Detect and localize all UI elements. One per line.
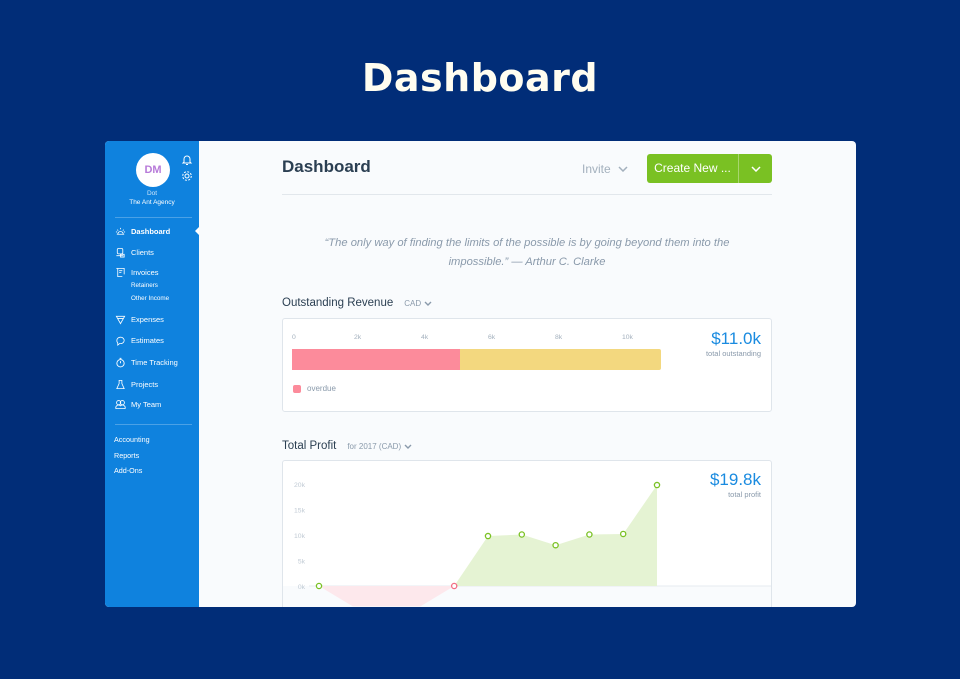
- main-content: Dashboard Invite Create New ... “The onl…: [199, 141, 856, 607]
- chevron-down-icon: [750, 165, 761, 172]
- sidebar-item-dashboard[interactable]: Dashboard: [115, 224, 170, 238]
- invite-button[interactable]: Invite: [582, 162, 628, 176]
- expenses-icon: [115, 315, 126, 324]
- data-point: [586, 531, 593, 538]
- period-selector[interactable]: for 2017 (CAD): [347, 442, 412, 451]
- create-new-button[interactable]: Create New ...: [647, 154, 772, 183]
- chevron-down-icon: [424, 301, 432, 306]
- bar-segment-overdue[interactable]: [292, 349, 460, 370]
- app-window: DM Dot The Ant Agency Dashboard Clients …: [105, 141, 856, 607]
- create-new-dropdown[interactable]: [739, 154, 772, 183]
- total-profit-card: 0k 5k 10k 15k 20k $19.8k total profit: [282, 460, 772, 607]
- currency-selector[interactable]: CAD: [404, 299, 432, 308]
- y-tick-label: 20k: [294, 482, 306, 489]
- estimates-icon: [116, 336, 125, 346]
- sidebar-item-estimates[interactable]: Estimates: [115, 333, 164, 347]
- total-outstanding-label: total outstanding: [705, 349, 761, 358]
- sidebar-item-my-team[interactable]: My Team: [115, 397, 161, 411]
- x-tick-label: 2k: [354, 334, 362, 341]
- y-tick-label: 15k: [294, 508, 306, 515]
- sidebar-item-label: My Team: [131, 399, 162, 409]
- data-point: [552, 541, 559, 549]
- sidebar-divider: [115, 424, 192, 425]
- section-title: Total Profit: [282, 440, 337, 452]
- quote-text: “The only way of finding the limits of t…: [324, 237, 730, 268]
- currency-selector-label: CAD: [404, 299, 422, 308]
- data-point: [484, 532, 492, 540]
- bell-icon[interactable]: [181, 154, 193, 166]
- outstanding-revenue-header: Outstanding Revenue CAD: [282, 297, 432, 309]
- sidebar-item-invoices[interactable]: Invoices: [115, 265, 159, 279]
- total-outstanding-value: $11.0k: [711, 329, 761, 348]
- y-tick-label: 10k: [294, 533, 306, 540]
- clients-icon: [116, 247, 125, 257]
- sidebar-divider: [115, 217, 192, 218]
- gear-icon[interactable]: [181, 170, 193, 182]
- data-point: [619, 530, 627, 538]
- data-point: [315, 582, 323, 590]
- chevron-down-icon: [404, 444, 412, 449]
- stopwatch-icon: [116, 357, 125, 367]
- data-point: [518, 531, 526, 538]
- data-point: [450, 582, 458, 590]
- period-selector-label: for 2017 (CAD): [347, 442, 402, 451]
- hero-title: Dashboard: [361, 56, 599, 100]
- x-tick-label: 8k: [555, 334, 563, 341]
- sidebar: DM Dot The Ant Agency Dashboard Clients …: [105, 141, 199, 607]
- sidebar-item-label: Dashboard: [131, 226, 171, 236]
- total-profit-value: $19.8k: [709, 470, 761, 489]
- x-tick-label: 4k: [421, 334, 429, 341]
- bar-segment-not-yet-due[interactable]: [459, 349, 661, 370]
- sidebar-item-label: Invoices: [131, 267, 159, 277]
- sidebar-link-accounting[interactable]: Accounting: [114, 435, 150, 444]
- sidebar-subitem-other-income[interactable]: Other Income: [131, 295, 169, 302]
- invoices-icon: [116, 267, 125, 277]
- page-title: Dashboard: [282, 157, 371, 176]
- organization-name: The Ant Agency: [129, 199, 175, 206]
- outstanding-revenue-card: 0 2k 4k 6k 8k 10k overdue $11.0k total outsta…: [282, 318, 772, 412]
- legend-label-overdue: overdue: [307, 384, 336, 393]
- profit-chart: 0k 5k 10k 15k 20k: [283, 481, 771, 607]
- dashboard-sun-icon: [115, 227, 126, 235]
- sidebar-item-projects[interactable]: Projects: [115, 377, 158, 391]
- sidebar-item-time-tracking[interactable]: Time Tracking: [115, 355, 178, 369]
- y-tick-label: 0k: [298, 584, 306, 591]
- section-title: Outstanding Revenue: [282, 297, 394, 309]
- x-tick-label: 10k: [622, 334, 633, 341]
- avatar[interactable]: DM: [136, 153, 170, 187]
- user-name: Dot: [146, 190, 158, 197]
- sidebar-item-label: Time Tracking: [131, 357, 178, 367]
- sidebar-item-label: Clients: [131, 247, 154, 257]
- total-profit-label: total profit: [728, 490, 761, 499]
- revenue-legend: overdue: [293, 384, 336, 393]
- sidebar-item-label: Expenses: [131, 314, 164, 324]
- total-profit-header: Total Profit for 2017 (CAD): [282, 440, 412, 452]
- sidebar-item-clients[interactable]: Clients: [115, 245, 154, 259]
- team-icon: [115, 399, 126, 409]
- sidebar-item-expenses[interactable]: Expenses: [115, 312, 164, 326]
- sidebar-item-label: Projects: [131, 379, 159, 389]
- chevron-down-icon: [618, 166, 628, 172]
- header-divider: [282, 194, 772, 195]
- flask-icon: [116, 379, 125, 389]
- sidebar-item-label: Estimates: [131, 335, 164, 345]
- x-tick-label: 6k: [488, 334, 496, 341]
- y-tick-label: 5k: [298, 559, 306, 566]
- x-tick-label: 0: [292, 334, 296, 341]
- sidebar-link-add-ons[interactable]: Add-Ons: [114, 466, 142, 475]
- sidebar-link-reports[interactable]: Reports: [114, 451, 139, 460]
- sidebar-subitem-retainers[interactable]: Retainers: [131, 282, 158, 289]
- invite-label: Invite: [582, 162, 611, 176]
- create-new-label[interactable]: Create New ...: [647, 154, 739, 183]
- legend-swatch-overdue: [293, 384, 301, 393]
- data-point: [653, 481, 661, 489]
